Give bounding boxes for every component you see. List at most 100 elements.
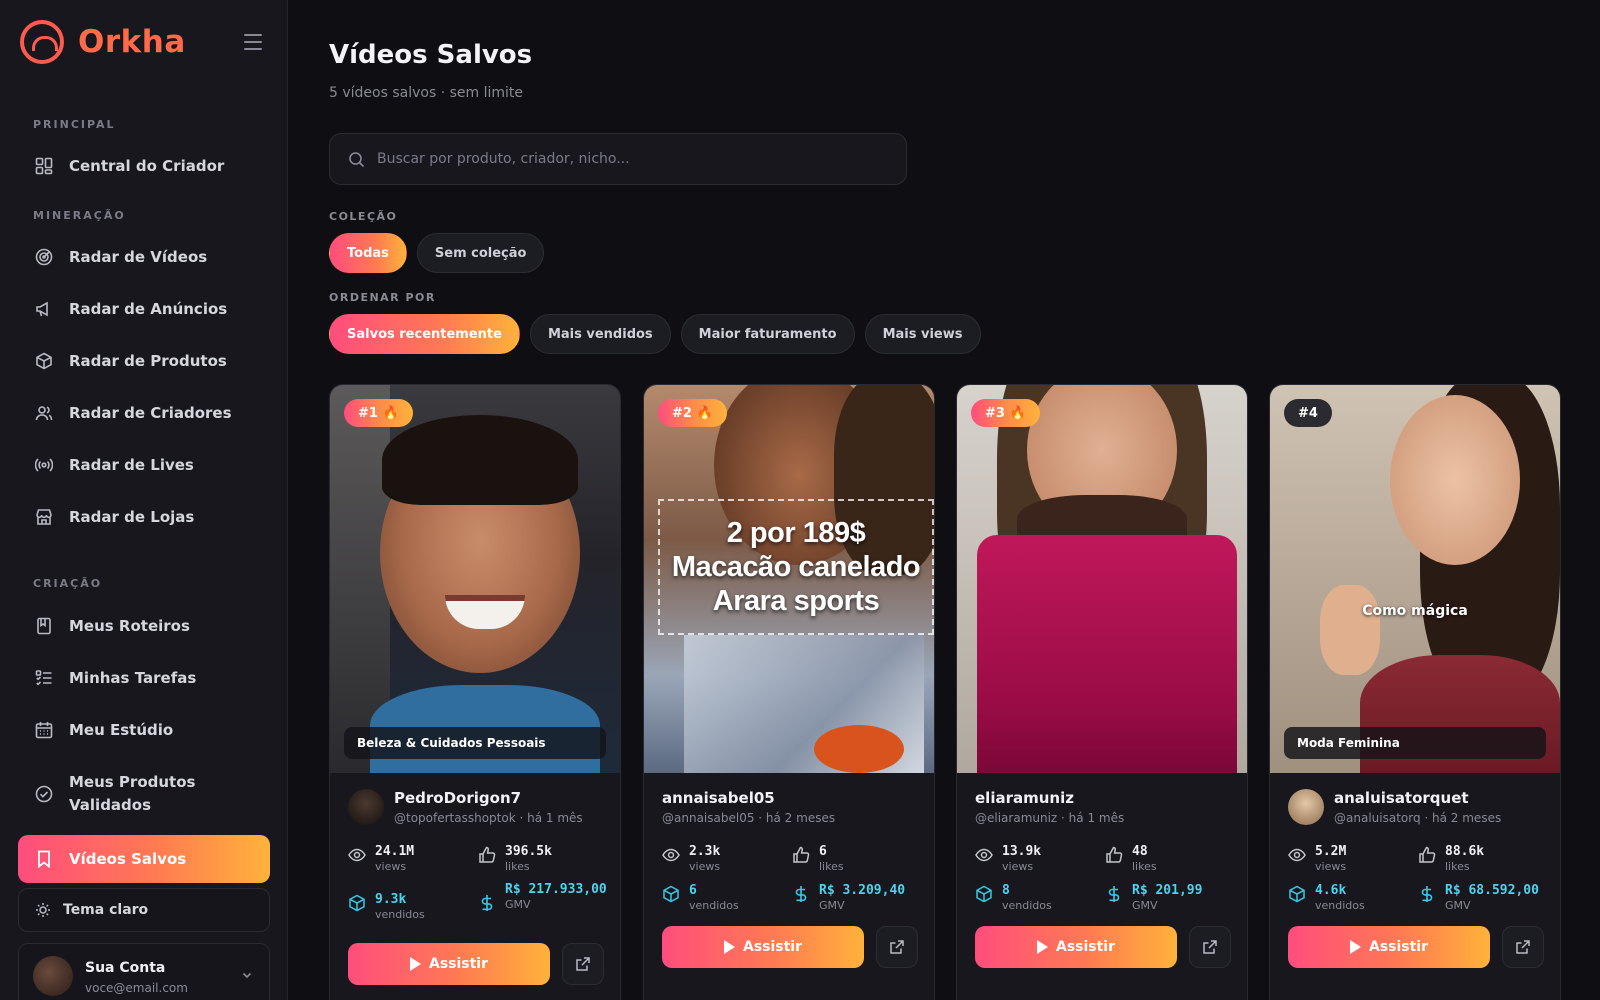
- chip-mais-views[interactable]: Mais views: [864, 314, 981, 354]
- external-link-icon: [1203, 940, 1217, 954]
- external-link-icon: [576, 957, 590, 971]
- external-link-button[interactable]: [1502, 926, 1544, 968]
- video-card[interactable]: #3 🔥 eliaramuniz @eliaramuniz · há 1 mês…: [956, 384, 1248, 1000]
- section-label-criacao: CRIAÇÃO: [33, 577, 103, 590]
- chip-mais-vendidos[interactable]: Mais vendidos: [529, 314, 671, 354]
- sidebar-item-meus-produtos-validados[interactable]: Meus Produtos Validados: [18, 762, 270, 826]
- box-icon: [348, 894, 366, 912]
- search-icon: [348, 151, 365, 168]
- video-thumbnail[interactable]: Como mágica #4 Moda Feminina: [1270, 385, 1560, 773]
- stat-likes: 48 likes: [1105, 844, 1157, 873]
- box-icon: [975, 885, 993, 903]
- external-link-button[interactable]: [562, 943, 604, 985]
- book-icon: [34, 616, 54, 636]
- account-email: voce@email.com: [85, 981, 188, 995]
- watch-button[interactable]: Assistir: [975, 926, 1177, 968]
- sidebar-item-label: Radar de Vídeos: [69, 248, 208, 266]
- bookmark-icon: [34, 849, 54, 869]
- video-thumbnail[interactable]: #3 🔥: [957, 385, 1247, 773]
- creator-info[interactable]: analuisatorquet @analuisatorq · há 2 mes…: [1288, 789, 1501, 825]
- video-thumbnail[interactable]: #1 🔥 Beleza & Cuidados Pessoais: [330, 385, 620, 773]
- chip-sem-colecao[interactable]: Sem coleção: [416, 233, 545, 273]
- video-card[interactable]: #1 🔥 Beleza & Cuidados Pessoais PedroDor…: [329, 384, 621, 1000]
- external-link-button[interactable]: [876, 926, 918, 968]
- sidebar-item-label: Radar de Anúncios: [69, 300, 228, 318]
- sort-chips: Salvos recentemente Mais vendidos Maior …: [329, 314, 981, 354]
- stat-views: 5.2M views: [1288, 844, 1346, 873]
- stat-gmv: R$ 3.209,40 GMV: [792, 883, 905, 912]
- stat-gmv: R$ 201,99 GMV: [1105, 883, 1202, 912]
- rank-badge: #2 🔥: [658, 399, 727, 427]
- sidebar-item-radar-de-videos[interactable]: Radar de Vídeos: [18, 233, 270, 281]
- stat-gmv: R$ 68.592,00 GMV: [1418, 883, 1539, 912]
- creator-handle: @eliaramuniz · há 1 mês: [975, 811, 1125, 825]
- creator-handle: @analuisatorq · há 2 meses: [1334, 811, 1502, 825]
- video-overlay-text: 2 por 189$ Macacão canelado Arara sports: [658, 499, 934, 635]
- sidebar-item-label: Meus Roteiros: [69, 617, 190, 635]
- store-icon: [34, 507, 54, 527]
- watch-button[interactable]: Assistir: [662, 926, 864, 968]
- megaphone-icon: [34, 299, 54, 319]
- creator-name: analuisatorquet: [1334, 789, 1469, 807]
- sidebar-item-label: Radar de Lives: [69, 456, 194, 474]
- theme-toggle-label: Tema claro: [63, 902, 149, 918]
- menu-toggle-icon[interactable]: [244, 34, 262, 55]
- sidebar-item-minhas-tarefas[interactable]: Minhas Tarefas: [18, 654, 270, 702]
- sidebar-item-central-do-criador[interactable]: Central do Criador: [18, 142, 270, 190]
- stat-views: 24.1M views: [348, 844, 414, 873]
- search-input[interactable]: [377, 151, 877, 167]
- sidebar-item-radar-de-produtos[interactable]: Radar de Produtos: [18, 337, 270, 385]
- video-card[interactable]: Como mágica #4 Moda Feminina analuisator…: [1269, 384, 1561, 1000]
- box-icon: [662, 885, 680, 903]
- video-thumbnail[interactable]: 2 por 189$ Macacão canelado Arara sports…: [644, 385, 934, 773]
- dollar-icon: [792, 885, 810, 903]
- sidebar-item-label: Radar de Produtos: [69, 352, 227, 370]
- sidebar-item-label: Central do Criador: [69, 157, 225, 175]
- page-subtitle: 5 vídeos salvos · sem limite: [329, 85, 524, 101]
- account-menu[interactable]: Sua Conta voce@email.com: [18, 943, 270, 1000]
- sidebar-item-radar-de-lojas[interactable]: Radar de Lojas: [18, 493, 270, 541]
- stat-views: 2.3k views: [662, 844, 720, 873]
- chip-todas[interactable]: Todas: [329, 233, 407, 273]
- sidebar-item-radar-de-anuncios[interactable]: Radar de Anúncios: [18, 285, 270, 333]
- play-icon: [1036, 940, 1048, 954]
- avatar: [33, 956, 73, 996]
- chip-maior-faturamento[interactable]: Maior faturamento: [680, 314, 855, 354]
- eye-icon: [662, 846, 680, 864]
- video-caption: Como mágica: [1362, 603, 1468, 619]
- collection-label: COLEÇÃO: [329, 210, 398, 223]
- theme-toggle-button[interactable]: Tema claro: [18, 888, 270, 932]
- creator-name: PedroDorigon7: [394, 789, 522, 807]
- sidebar-item-meus-roteiros[interactable]: Meus Roteiros: [18, 602, 270, 650]
- sidebar-item-meu-estudio[interactable]: Meu Estúdio: [18, 706, 270, 754]
- chip-salvos-recentemente[interactable]: Salvos recentemente: [329, 314, 520, 354]
- play-icon: [723, 940, 735, 954]
- sidebar-item-radar-de-criadores[interactable]: Radar de Criadores: [18, 389, 270, 437]
- creator-info[interactable]: PedroDorigon7 @topofertasshoptok · há 1 …: [348, 789, 583, 825]
- check-circle-icon: [34, 784, 54, 804]
- thumbs-up-icon: [1418, 846, 1436, 864]
- sidebar: Orkha PRINCIPAL Central do Criador MINER…: [0, 0, 288, 1000]
- video-card[interactable]: 2 por 189$ Macacão canelado Arara sports…: [643, 384, 935, 1000]
- watch-button[interactable]: Assistir: [1288, 926, 1490, 968]
- rank-badge: #1 🔥: [344, 399, 413, 427]
- external-link-button[interactable]: [1189, 926, 1231, 968]
- sidebar-item-label: Radar de Lojas: [69, 508, 195, 526]
- creator-info[interactable]: eliaramuniz @eliaramuniz · há 1 mês: [975, 789, 1124, 825]
- collection-chips: Todas Sem coleção: [329, 233, 545, 273]
- logo-icon: [20, 20, 64, 64]
- grid-icon: [34, 156, 54, 176]
- search-box[interactable]: [329, 133, 907, 185]
- sidebar-item-radar-de-lives[interactable]: Radar de Lives: [18, 441, 270, 489]
- page-title: Vídeos Salvos: [329, 40, 533, 70]
- thumbs-up-icon: [792, 846, 810, 864]
- sidebar-item-videos-salvos[interactable]: Vídeos Salvos: [18, 835, 270, 883]
- eye-icon: [975, 846, 993, 864]
- watch-button[interactable]: Assistir: [348, 943, 550, 985]
- play-icon: [409, 957, 421, 971]
- thumbs-up-icon: [478, 846, 496, 864]
- dollar-icon: [1418, 885, 1436, 903]
- creator-info[interactable]: annaisabel05 @annaisabel05 · há 2 meses: [662, 789, 835, 825]
- brand-logo[interactable]: Orkha: [20, 20, 186, 64]
- sidebar-item-label: Meus Produtos Validados: [69, 773, 196, 814]
